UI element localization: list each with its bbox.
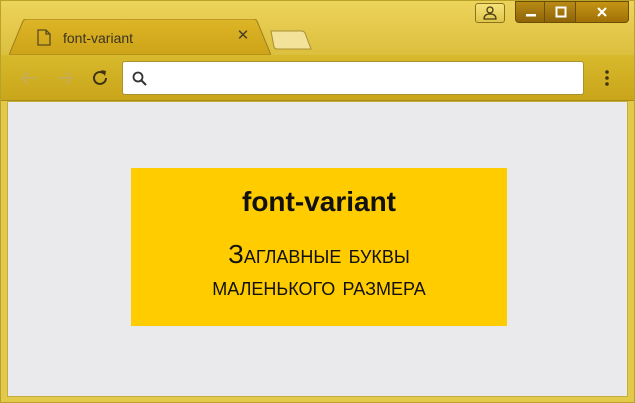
maximize-icon	[545, 2, 576, 22]
minimize-button[interactable]	[515, 1, 545, 23]
tab-title: font-variant	[63, 30, 134, 46]
tab-font-variant[interactable]: font-variant ✕	[9, 19, 271, 55]
address-bar[interactable]	[122, 61, 584, 95]
toolbar	[1, 55, 634, 101]
maximize-button[interactable]	[544, 1, 576, 23]
demo-box: font-variant Заглавные буквы маленького …	[131, 168, 507, 326]
minimize-icon	[516, 2, 545, 22]
back-arrow-icon[interactable]	[18, 67, 40, 89]
page-heading: font-variant	[242, 186, 396, 217]
small-caps-text: Заглавные буквы маленького размера	[131, 238, 507, 302]
kebab-menu-icon[interactable]	[598, 68, 616, 88]
small-caps-line-1: Заглавные буквы	[228, 239, 410, 269]
close-icon	[576, 2, 628, 22]
forward-arrow-icon[interactable]	[54, 67, 76, 89]
tab-close-icon[interactable]: ✕	[235, 28, 251, 44]
search-icon	[131, 70, 149, 88]
window-close-button[interactable]	[575, 1, 629, 23]
small-caps-line-2: маленького размера	[212, 271, 426, 301]
page-viewport: font-variant Заглавные буквы маленького …	[7, 101, 628, 397]
browser-window: font-variant ✕ font-variant Заглавные бу…	[0, 0, 635, 403]
page-icon	[37, 29, 51, 46]
title-bar: font-variant ✕	[1, 1, 634, 55]
reload-icon[interactable]	[89, 67, 111, 89]
address-input[interactable]	[155, 66, 579, 92]
profile-button[interactable]	[475, 3, 505, 23]
person-icon	[483, 6, 497, 20]
new-tab-icon[interactable]	[269, 29, 313, 51]
